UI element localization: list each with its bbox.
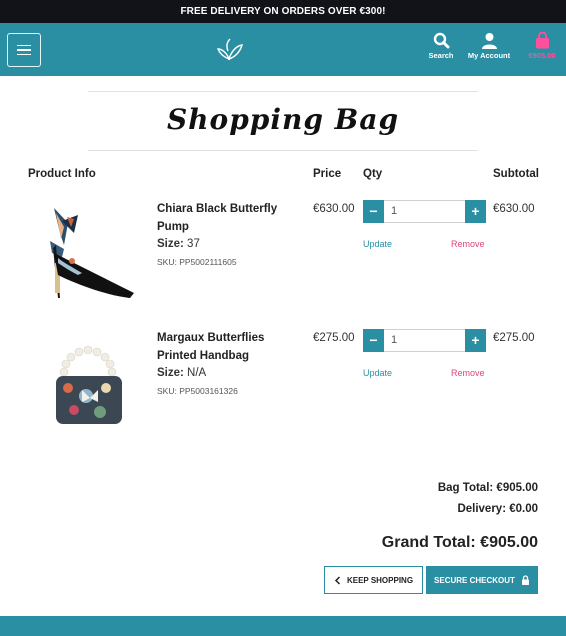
my-account-button[interactable]: My Account — [463, 32, 515, 60]
product-price: €275.00 — [313, 332, 355, 344]
my-account-label: My Account — [467, 51, 511, 60]
quantity-decrease-button[interactable]: − — [363, 200, 384, 223]
bag-amount: €905.00 — [528, 51, 556, 60]
secure-checkout-button[interactable]: SECURE CHECKOUT — [426, 566, 538, 594]
page-title: Shopping Bag — [166, 103, 400, 136]
quantity-decrease-button[interactable]: − — [363, 329, 384, 352]
column-header-product-info: Product Info — [28, 168, 96, 180]
site-header: Search My Account €905.00 — [0, 23, 566, 76]
quantity-increase-button[interactable]: + — [465, 200, 486, 223]
product-price: €630.00 — [313, 203, 355, 215]
chevron-left-icon — [334, 575, 340, 585]
menu-icon — [17, 44, 31, 47]
quantity-input[interactable]: 1 — [391, 330, 397, 351]
column-header-price: Price — [313, 168, 342, 180]
bag-icon — [535, 32, 549, 49]
remove-link[interactable]: Remove — [451, 239, 485, 249]
search-icon — [433, 32, 449, 49]
quantity-stepper[interactable]: − 1 + — [363, 329, 486, 352]
quantity-increase-button[interactable]: + — [465, 329, 486, 352]
delivery-cost: Delivery: €0.00 — [457, 503, 538, 515]
update-link[interactable]: Update — [363, 239, 392, 249]
footer-strip — [0, 616, 566, 636]
product-name[interactable]: Chiara Black Butterfly Pump — [157, 200, 297, 236]
update-link[interactable]: Update — [363, 368, 392, 378]
bag-button[interactable]: €905.00 — [524, 32, 560, 60]
product-subtotal: €275.00 — [493, 332, 535, 344]
lock-icon — [521, 575, 529, 585]
search-button[interactable]: Search — [426, 32, 456, 60]
search-label: Search — [428, 51, 454, 60]
product-subtotal: €630.00 — [493, 203, 535, 215]
grand-total: Grand Total: €905.00 — [381, 534, 538, 551]
quantity-stepper[interactable]: − 1 + — [363, 200, 486, 223]
keep-shopping-label: KEEP SHOPPING — [346, 575, 414, 585]
product-size: Size: 37 — [157, 238, 200, 250]
butterfly-logo[interactable] — [216, 37, 244, 63]
remove-link[interactable]: Remove — [451, 368, 485, 378]
bag-total: Bag Total: €905.00 — [437, 482, 538, 494]
user-icon — [481, 33, 497, 49]
secure-checkout-label: SECURE CHECKOUT — [434, 575, 515, 585]
keep-shopping-button[interactable]: KEEP SHOPPING — [324, 566, 423, 594]
product-image-handbag[interactable] — [34, 332, 144, 432]
column-header-subtotal: Subtotal — [493, 168, 539, 180]
product-sku: SKU: PP5003161326 — [157, 386, 238, 396]
quantity-input[interactable]: 1 — [391, 201, 397, 222]
product-sku: SKU: PP5002111605 — [157, 257, 237, 267]
title-section: Shopping Bag — [88, 91, 478, 151]
column-header-qty: Qty — [363, 168, 383, 180]
product-image-pump[interactable] — [34, 203, 144, 303]
product-size: Size: N/A — [157, 367, 207, 379]
product-name[interactable]: Margaux Butterflies Printed Handbag — [157, 329, 297, 365]
menu-button[interactable] — [7, 33, 41, 67]
promo-banner: FREE DELIVERY ON ORDERS OVER €300! — [0, 0, 566, 23]
